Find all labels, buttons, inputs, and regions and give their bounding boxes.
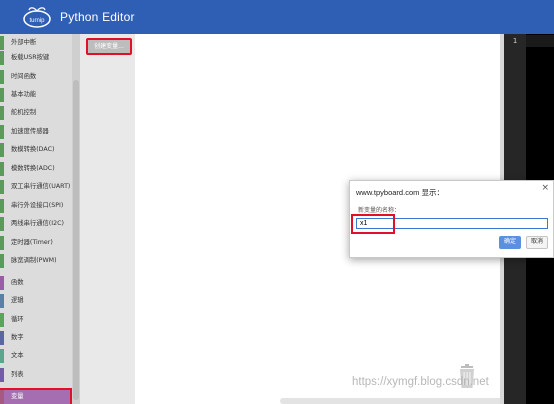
input-highlight-box	[351, 214, 395, 234]
category-color-stripe	[0, 331, 4, 345]
app-title: Python Editor	[60, 10, 135, 24]
category-label: 双工串行通信(UART)	[11, 183, 71, 190]
ok-button[interactable]: 确定	[499, 236, 521, 249]
category-color-stripe	[0, 313, 4, 327]
category-color-stripe	[0, 254, 4, 268]
category-color-stripe	[0, 217, 4, 231]
category-color-stripe	[0, 349, 4, 363]
category-color-stripe	[0, 125, 4, 139]
watermark-text: https://xymgf.blog.csdn.net	[352, 376, 489, 388]
category-color-stripe	[0, 276, 4, 290]
category-sidebar: 外部中断 板载USR按键 时间函数 基本功能 舵机控制 加速度传感器 数模转换(…	[0, 34, 80, 404]
category-uart[interactable]: 双工串行通信(UART)	[0, 178, 72, 196]
category-spi[interactable]: 串行外设接口(SPI)	[0, 197, 72, 215]
category-timer[interactable]: 定时器(Timer)	[0, 234, 72, 252]
workspace-horizontal-scrollbar[interactable]	[280, 398, 512, 404]
category-label: 数模转换(DAC)	[11, 146, 55, 153]
category-math[interactable]: 数字	[0, 329, 72, 347]
category-color-stripe	[0, 236, 4, 250]
category-label: 循环	[11, 316, 24, 323]
category-label: 变量	[11, 393, 24, 400]
category-adc[interactable]: 模数转换(ADC)	[0, 160, 72, 178]
category-color-stripe	[0, 143, 4, 157]
sidebar-scrollbar-thumb[interactable]	[73, 80, 79, 400]
category-lists[interactable]: 列表	[0, 366, 72, 384]
category-color-stripe	[0, 36, 4, 50]
category-label: 数字	[11, 334, 24, 341]
category-label: 定时器(Timer)	[11, 239, 53, 246]
category-label: 脉宽调制(PWM)	[11, 257, 57, 264]
category-label: 加速度传感器	[11, 128, 49, 135]
line-number: 1	[512, 37, 518, 45]
category-label: 舵机控制	[11, 109, 37, 116]
category-logic[interactable]: 逻辑	[0, 292, 72, 310]
category-label: 时间函数	[11, 73, 37, 80]
category-label: 串行外设接口(SPI)	[11, 202, 64, 209]
category-label: 模数转换(ADC)	[11, 165, 55, 172]
turnip-logo-icon: turnip	[23, 7, 51, 28]
cancel-button[interactable]: 取消	[526, 236, 548, 249]
category-functions[interactable]: 函数	[0, 274, 72, 292]
dialog-message: 新变量的名称：	[358, 208, 401, 214]
category-label: 基本功能	[11, 91, 37, 98]
category-color-stripe	[0, 199, 4, 213]
category-i2c[interactable]: 两线串行通信(I2C)	[0, 215, 72, 233]
category-color-stripe	[0, 368, 4, 382]
category-accelerometer[interactable]: 加速度传感器	[0, 123, 72, 141]
current-line-highlight	[526, 35, 554, 47]
category-pwm[interactable]: 脉宽调制(PWM)	[0, 252, 72, 270]
logo-text: turnip	[29, 18, 45, 24]
category-usr-button[interactable]: 板载USR按键	[0, 49, 72, 67]
category-color-stripe	[0, 294, 4, 308]
sidebar-scrollbar-track[interactable]	[72, 34, 80, 404]
category-color-stripe	[0, 390, 4, 404]
category-basic-functions[interactable]: 基本功能	[0, 86, 72, 104]
category-label: 列表	[11, 371, 24, 378]
create-variable-button[interactable]: 创建变量...	[86, 38, 132, 55]
dialog-title: www.tpyboard.com 显示：	[356, 188, 444, 197]
category-label: 板载USR按键	[11, 54, 50, 61]
category-color-stripe	[0, 180, 4, 194]
dialog-close-icon[interactable]: ×	[541, 183, 549, 193]
category-color-stripe	[0, 70, 4, 84]
category-label: 函数	[11, 279, 24, 286]
block-flyout: 创建变量...	[80, 34, 135, 404]
category-label: 外部中断	[11, 39, 37, 46]
category-color-stripe	[0, 162, 4, 176]
category-color-stripe	[0, 51, 4, 65]
category-label: 两线串行通信(I2C)	[11, 220, 64, 227]
category-loops[interactable]: 循环	[0, 311, 72, 329]
category-dac[interactable]: 数模转换(DAC)	[0, 141, 72, 159]
category-label: 逻辑	[11, 297, 24, 304]
new-variable-dialog: www.tpyboard.com 显示： × 新变量的名称： 确定 取消	[349, 180, 554, 258]
category-time-functions[interactable]: 时间函数	[0, 68, 72, 86]
category-color-stripe	[0, 88, 4, 102]
category-color-stripe	[0, 106, 4, 120]
category-label: 文本	[11, 352, 24, 359]
category-text[interactable]: 文本	[0, 347, 72, 365]
app-header: turnip Python Editor	[0, 0, 554, 34]
category-variables[interactable]: 变量	[0, 388, 72, 404]
category-servo-control[interactable]: 舵机控制	[0, 104, 72, 122]
